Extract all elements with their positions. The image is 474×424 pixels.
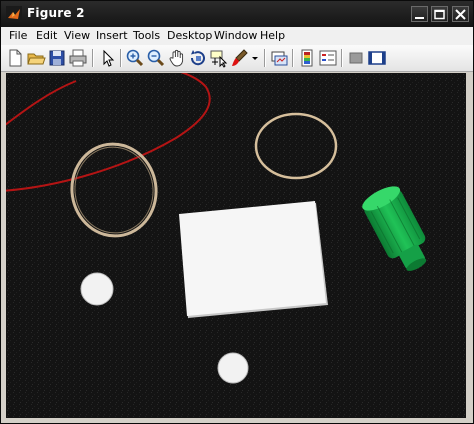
data-cursor-icon[interactable] [209,48,229,68]
save-icon[interactable] [47,48,67,68]
toolbar-separator [264,49,266,67]
image-axes[interactable] [6,73,466,418]
menu-tools[interactable]: Tools [133,29,160,42]
toolbar-separator [341,49,343,67]
select-arrow-icon[interactable] [98,48,118,68]
window-title: Figure 2 [27,6,85,20]
print-icon[interactable] [68,48,88,68]
link-plot-icon[interactable] [269,48,289,68]
pan-hand-icon[interactable] [167,48,187,68]
menu-view[interactable]: View [64,29,90,42]
figure-frame-edge [466,73,473,418]
menu-desktop[interactable]: Desktop [167,29,212,42]
legend-icon[interactable] [318,48,338,68]
title-bar[interactable]: Figure 2 [1,1,473,27]
zoom-in-icon[interactable] [125,48,145,68]
figure-window: Figure 2 File Edit View Insert Tools Des… [0,0,474,424]
hide-plot-tools-icon[interactable] [346,48,366,68]
menu-bar: File Edit View Insert Tools Desktop Wind… [1,27,473,45]
toolbar-separator [120,49,122,67]
show-plot-tools-icon[interactable] [367,48,387,68]
minimize-icon [415,17,424,19]
menu-insert[interactable]: Insert [96,29,128,42]
figure-toolbar [1,45,473,72]
rotate-3d-icon[interactable] [188,48,208,68]
close-icon [455,9,466,20]
menu-file[interactable]: File [9,29,27,42]
matlab-logo-icon [6,6,22,22]
maximize-button[interactable] [431,6,448,22]
menu-edit[interactable]: Edit [36,29,57,42]
toolbar-separator [92,49,94,67]
white-card [179,201,326,316]
close-button[interactable] [452,6,469,22]
toolbar-separator [292,49,294,67]
zoom-out-icon[interactable] [146,48,166,68]
menu-help[interactable]: Help [260,29,285,42]
maximize-icon [434,9,445,20]
new-figure-icon[interactable] [5,48,25,68]
brush-icon[interactable] [230,48,250,68]
image-canvas [6,73,466,418]
open-file-icon[interactable] [26,48,46,68]
menu-window[interactable]: Window [214,29,257,42]
brush-dropdown-icon[interactable] [250,48,260,68]
colorbar-icon[interactable] [297,48,317,68]
minimize-button[interactable] [411,6,428,22]
